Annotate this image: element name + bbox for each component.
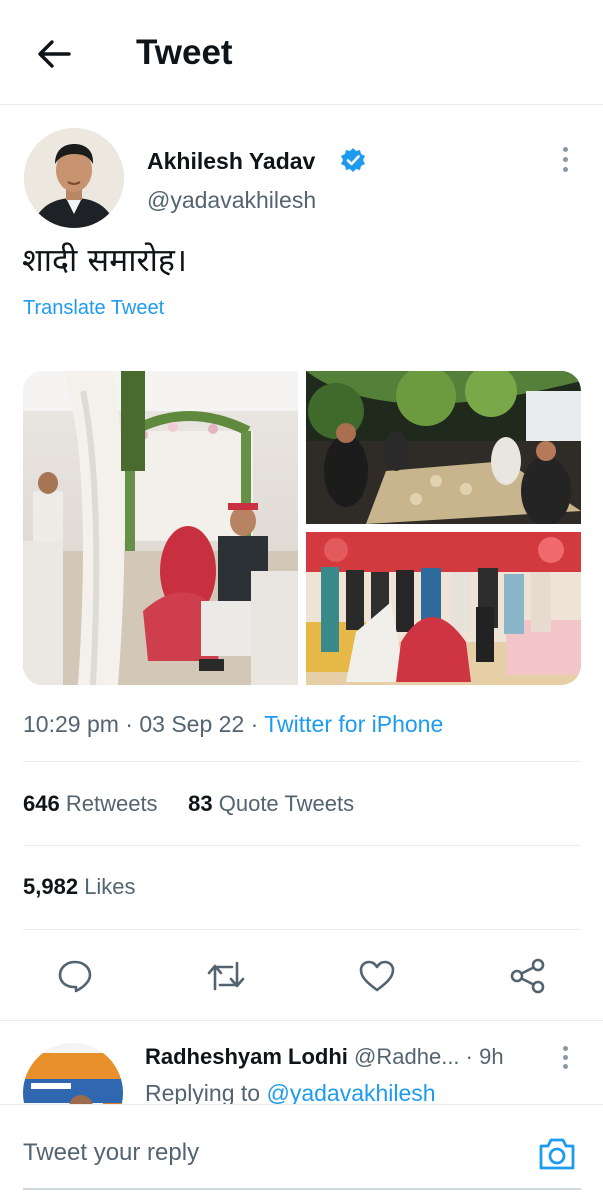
reply-icon [58,960,92,993]
like-icon [359,960,395,992]
share-icon [510,958,545,994]
retweet-icon [207,961,245,991]
tweet-timestamp: 10:29 pm · 03 Sep 22 · Twitter for iPhon… [23,711,444,737]
replying-to-label: Replying to [145,1080,261,1106]
likes-count: 5,982 [23,874,79,899]
arrow-left-icon [38,40,71,68]
retweets-label: Retweets [65,791,158,816]
reply-button[interactable] [47,948,103,1004]
divider [23,761,581,762]
divider [0,1020,603,1021]
tweet-date: 03 Sep 22 [139,711,245,737]
back-button[interactable] [24,24,84,84]
wedding-ceremony-photo[interactable] [23,371,298,685]
reply-input-underline [23,1188,581,1190]
retweets-stat[interactable]: 646 Retweets [23,791,158,816]
tweet-time: 10:29 pm [23,711,119,737]
quotes-count: 83 [188,791,213,816]
translate-tweet-link[interactable]: Translate Tweet [23,294,164,322]
quote-tweets-stat[interactable]: 83 Quote Tweets [188,791,354,816]
reply-author-name: Radheshyam Lodhi [145,1044,348,1069]
reply-input[interactable]: Tweet your reply [23,1136,199,1170]
tweet-actions [23,948,581,1004]
likes-stat[interactable]: 5,982 Likes [23,872,136,902]
page-title: Tweet [136,33,233,72]
divider [23,845,581,846]
reply-author-handle: @Radhe... [354,1044,460,1069]
author-avatar[interactable] [24,128,124,228]
likes-label: Likes [84,874,136,899]
retweet-button[interactable] [198,948,254,1004]
retweet-stats: 646 Retweets 83 Quote Tweets [23,789,354,819]
share-button[interactable] [500,948,556,1004]
author-handle[interactable]: @yadavakhilesh [147,185,316,215]
tweet-source-link[interactable]: Twitter for iPhone [264,711,443,737]
replying-to-handle[interactable]: @yadavakhilesh [266,1080,435,1106]
quotes-label: Quote Tweets [218,791,355,816]
like-button[interactable] [349,948,405,1004]
tweet-media [23,371,581,685]
reply-time: 9h [479,1044,504,1069]
dinner-gathering-photo[interactable] [306,371,581,524]
divider [23,929,581,930]
verified-badge-icon [340,147,366,173]
retweets-count: 646 [23,791,60,816]
stage-group-photo[interactable] [306,532,581,685]
reply-more-options-icon[interactable] [552,1042,578,1072]
more-options-icon[interactable] [550,142,580,176]
author-name[interactable]: Akhilesh Yadav [147,146,315,176]
top-bar [0,0,603,105]
camera-icon [539,1138,575,1170]
reply-author[interactable]: Radheshyam Lodhi @Radhe... · 9h [145,1042,504,1072]
tweet-text: शादी समारोह। [22,241,188,279]
camera-button[interactable] [534,1132,580,1176]
